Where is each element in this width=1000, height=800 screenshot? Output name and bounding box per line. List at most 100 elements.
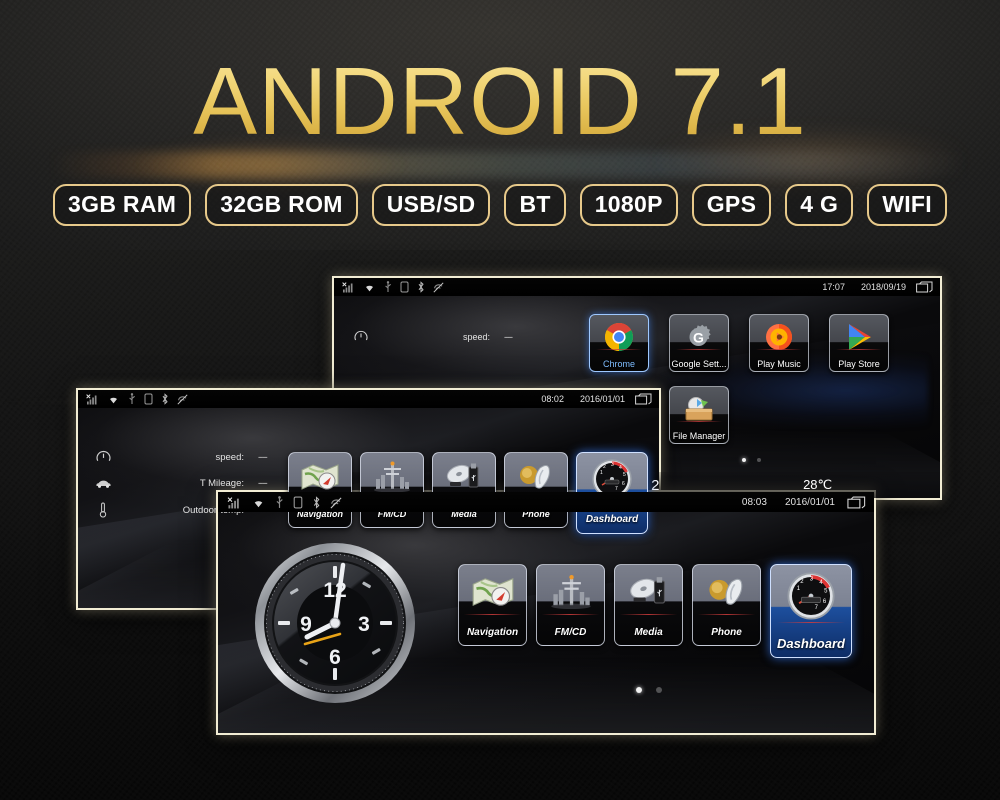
- app-chrome[interactable]: Chrome: [589, 314, 649, 372]
- wifi-icon: [363, 282, 376, 293]
- svg-text:5: 5: [623, 472, 626, 478]
- status-bar: 08:02 2016/01/01: [78, 390, 659, 408]
- mute-icon: [330, 496, 342, 509]
- mute-icon: [433, 282, 444, 293]
- status-bar-right: 08:02 2016/01/01: [541, 393, 652, 405]
- sim-card-icon: [144, 393, 153, 405]
- tile-media[interactable]: Media: [432, 452, 496, 528]
- app-label: Play Store: [838, 359, 880, 369]
- status-bar-right: 08:03 2016/01/01: [742, 496, 866, 509]
- page-dot-1[interactable]: [636, 687, 642, 693]
- map-icon: [300, 457, 340, 497]
- wifi-icon: [107, 394, 120, 405]
- usb-media-icon: [444, 457, 484, 497]
- tile-label: Media: [634, 627, 663, 638]
- status-icons: [227, 495, 342, 509]
- app-label: Chrome: [602, 359, 635, 369]
- badge-bt: BT: [504, 184, 566, 226]
- info-value-mileage: ----: [258, 478, 268, 489]
- feature-badge-row: 3GB RAM 32GB ROM USB/SD BT 1080P GPS 4 G…: [0, 184, 1000, 226]
- status-bar-right: 17:07 2018/09/19: [822, 281, 933, 293]
- svg-text:7: 7: [815, 605, 818, 611]
- page-indicator: [636, 687, 662, 693]
- status-bar: 08:03 2016/01/01: [218, 492, 874, 512]
- svg-text:G: G: [693, 330, 704, 346]
- status-date: 2016/01/01: [784, 496, 835, 508]
- badge-1080p: 1080P: [579, 184, 678, 226]
- usb-icon: [128, 393, 136, 405]
- svg-text:2: 2: [800, 579, 803, 585]
- status-bar: 17:07 2018/09/19: [334, 278, 940, 296]
- clock-numeral-9: 9: [300, 613, 312, 636]
- page-dot-2[interactable]: [656, 687, 662, 693]
- car-icon: [90, 479, 116, 489]
- radio-tower-icon: [372, 457, 412, 497]
- gauge-icon: 123 4567: [786, 570, 836, 622]
- svg-text:4: 4: [619, 465, 622, 471]
- badge-usbsd: USB/SD: [371, 184, 491, 226]
- badge-4g: 4 G: [785, 184, 854, 226]
- info-label-mileage: T Mileage:: [199, 478, 244, 489]
- info-label-speed: speed:: [462, 332, 490, 342]
- status-icons: [86, 393, 188, 405]
- status-date: 2016/01/01: [579, 394, 625, 404]
- tile-navigation[interactable]: Navigation: [458, 564, 527, 646]
- tile-dashboard[interactable]: 123 4567 Dashboard: [770, 564, 852, 658]
- sim-card-icon: [400, 281, 409, 293]
- radio-tower-icon: [549, 570, 593, 614]
- sim-card-icon: [293, 496, 303, 509]
- svg-text:3: 3: [611, 462, 614, 468]
- status-time: 17:07: [822, 282, 845, 292]
- status-time: 08:02: [541, 394, 564, 404]
- app-play-music[interactable]: Play Music: [749, 314, 809, 372]
- clock-numeral-12: 12: [323, 579, 346, 602]
- clock-numeral-6: 6: [329, 646, 341, 669]
- app-label: Google Sett...: [671, 359, 727, 369]
- analog-clock-widget[interactable]: 12 3 6 9: [252, 540, 418, 706]
- tile-navigation[interactable]: Navigation: [288, 452, 352, 528]
- badge-wifi: WIFI: [867, 184, 947, 226]
- tile-label: Phone: [711, 627, 742, 638]
- app-file-manager[interactable]: File Manager: [669, 386, 729, 444]
- bluetooth-icon: [417, 281, 425, 293]
- recents-icon[interactable]: [635, 393, 652, 405]
- badge-ram: 3GB RAM: [53, 184, 192, 226]
- speedometer-icon: [350, 330, 372, 344]
- wifi-icon: [251, 497, 266, 509]
- tile-phone[interactable]: Phone: [504, 452, 568, 528]
- info-row-speed: speed: ----: [350, 330, 565, 344]
- phone-icon: [705, 570, 749, 614]
- phone-icon: [516, 457, 556, 497]
- climate-temp[interactable]: 28℃: [803, 477, 832, 493]
- recents-icon[interactable]: [916, 281, 933, 293]
- status-date: 2018/09/19: [860, 282, 906, 292]
- usb-media-icon: [627, 570, 671, 614]
- speedometer-icon: [90, 450, 116, 465]
- signal-off-icon: [227, 496, 243, 509]
- tile-label: Dashboard: [777, 636, 845, 651]
- recents-icon[interactable]: [847, 496, 866, 509]
- tile-phone[interactable]: Phone: [692, 564, 761, 646]
- signal-off-icon: [342, 282, 356, 293]
- app-play-store[interactable]: Play Store: [829, 314, 889, 372]
- tile-fm-cd[interactable]: FM/CD: [536, 564, 605, 646]
- bluetooth-icon: [312, 495, 321, 509]
- page-dot-2[interactable]: [757, 458, 761, 462]
- climate-temperature: 28℃: [803, 477, 833, 492]
- signal-off-icon: [86, 394, 100, 405]
- status-icons: [342, 281, 444, 293]
- tile-fm-cd[interactable]: FM/CD: [360, 452, 424, 528]
- app-google-settings[interactable]: G Google Sett...: [669, 314, 729, 372]
- usb-icon: [275, 495, 284, 509]
- info-value-speed: ----: [504, 332, 513, 342]
- page-dot-1[interactable]: [742, 458, 746, 462]
- usb-icon: [384, 281, 392, 293]
- status-time: 08:03: [741, 496, 767, 508]
- climate-fan-level: 2: [651, 476, 660, 494]
- info-label-speed: speed:: [215, 452, 244, 463]
- thermometer-icon: [90, 502, 116, 518]
- svg-text:1: 1: [600, 470, 603, 476]
- badge-gps: GPS: [691, 184, 772, 226]
- mute-icon: [177, 394, 188, 405]
- tile-media[interactable]: Media: [614, 564, 683, 646]
